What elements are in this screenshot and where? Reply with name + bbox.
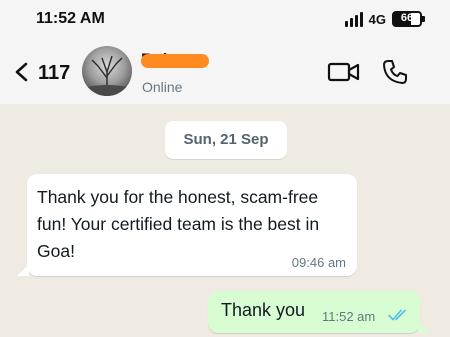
message-time: 09:46 am — [291, 255, 346, 270]
status-bar: 11:52 AM 4G 66 — [0, 0, 450, 38]
double-tick-read-icon — [388, 309, 406, 321]
message-time: 11:52 am — [322, 309, 376, 324]
signal-strength-icon — [344, 11, 363, 27]
video-call-icon[interactable] — [326, 58, 362, 86]
status-time: 11:52 AM — [36, 10, 105, 27]
incoming-message-bubble[interactable]: Thank you for the honest, scam-free fun!… — [17, 174, 357, 276]
contact-name-redaction — [141, 54, 209, 68]
phone-icon[interactable] — [380, 57, 410, 87]
chat-header: 117 Balram Online — [0, 38, 450, 104]
network-type: 4G — [368, 11, 386, 27]
bubble-tail — [418, 321, 430, 333]
battery-level: 66 — [400, 12, 414, 24]
status-indicators: 4G 66 — [344, 9, 425, 29]
unread-count[interactable]: 117 — [38, 62, 70, 85]
avatar-tree-image — [82, 55, 132, 96]
outgoing-message-bubble[interactable]: Thank you 11:52 am — [208, 291, 430, 333]
date-separator: Sun, 21 Sep — [165, 121, 287, 159]
avatar[interactable] — [82, 46, 132, 96]
chevron-left-icon[interactable] — [6, 56, 38, 88]
message-text: Thank you for the honest, scam-free fun!… — [37, 187, 320, 261]
presence-status: Online — [142, 79, 183, 95]
message-text: Thank you — [221, 300, 306, 320]
battery-icon: 66 — [392, 11, 425, 27]
bubble-tail — [17, 264, 29, 276]
